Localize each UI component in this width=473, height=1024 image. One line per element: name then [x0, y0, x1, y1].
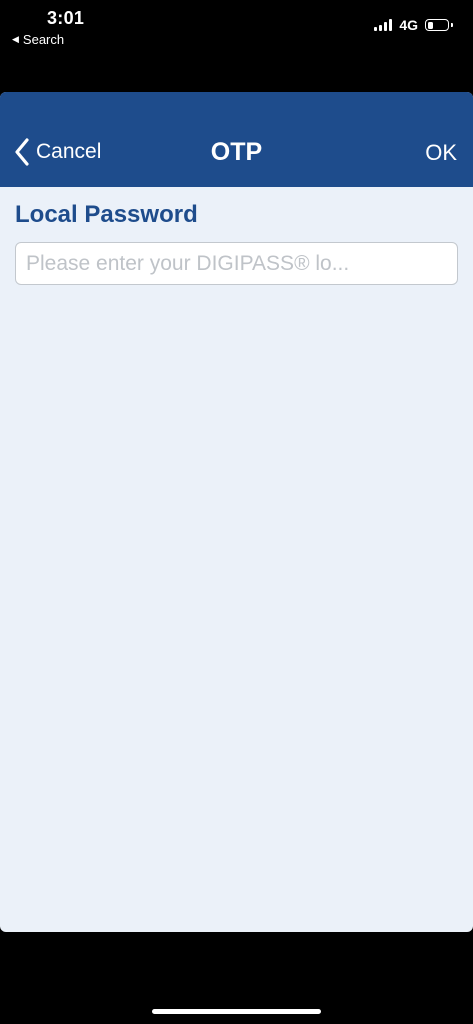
battery-level — [427, 21, 433, 29]
otp-sheet: Cancel OTP OK Local Password — [0, 92, 473, 932]
status-bar: 3:01 ◀ Search 4G — [0, 0, 473, 60]
status-time: 3:01 — [47, 8, 85, 28]
ok-button[interactable]: OK — [425, 140, 457, 166]
navigation-bar: Cancel OTP OK — [0, 92, 473, 187]
form-content: Local Password — [0, 187, 473, 285]
local-password-input[interactable] — [15, 242, 458, 285]
battery-icon — [425, 19, 453, 31]
status-indicators: 4G — [374, 17, 453, 33]
network-type: 4G — [399, 17, 418, 33]
back-to-search-label: Search — [22, 32, 65, 47]
home-indicator[interactable] — [152, 1009, 321, 1014]
cellular-signal-icon — [374, 19, 393, 31]
page-title: OTP — [210, 138, 263, 166]
local-password-label: Local Password — [15, 201, 198, 228]
back-arrow-icon: ◀ — [12, 34, 19, 44]
back-to-search-link[interactable]: ◀ Search — [12, 32, 64, 47]
